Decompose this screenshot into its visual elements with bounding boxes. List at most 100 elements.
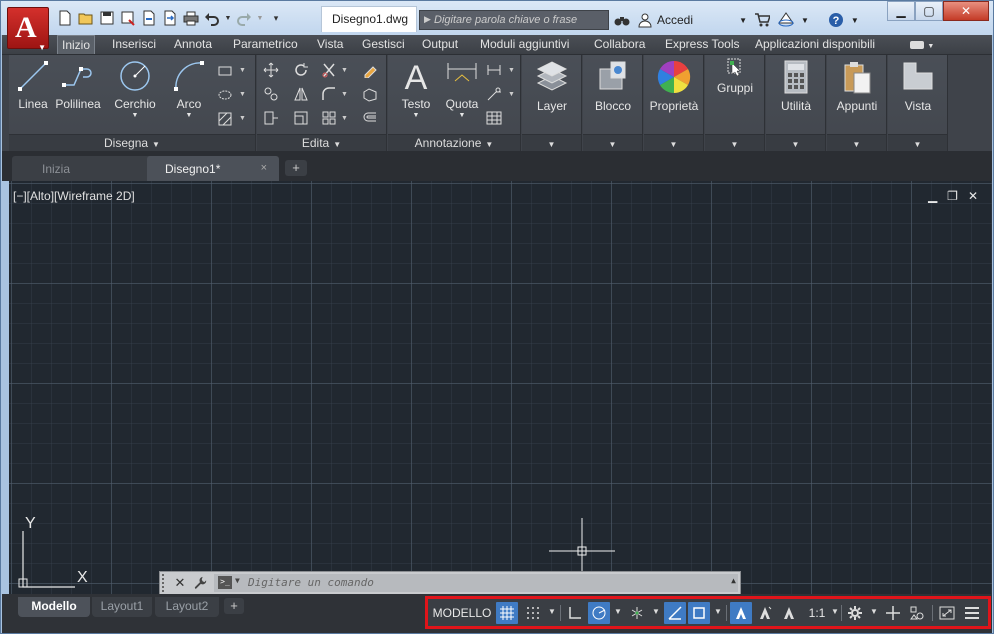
- tab-vista[interactable]: Vista: [313, 35, 347, 54]
- tab-parametrico[interactable]: Parametrico: [229, 35, 302, 54]
- tab-gestisci[interactable]: Gestisci: [358, 35, 409, 54]
- mirror-icon[interactable]: [291, 84, 311, 104]
- panel-edita-title[interactable]: Edita ▼: [257, 134, 386, 152]
- save-icon[interactable]: [98, 9, 116, 27]
- viewport-restore-icon[interactable]: ❐: [947, 189, 958, 203]
- object-snap-dropdown-icon[interactable]: ▼: [714, 607, 722, 616]
- command-line-customize-icon[interactable]: [190, 573, 210, 593]
- tab-express-tools[interactable]: Express Tools: [661, 35, 743, 54]
- stretch-icon[interactable]: [261, 108, 281, 128]
- close-button[interactable]: ✕: [943, 1, 989, 21]
- command-input[interactable]: >_ ▼ Digitare un comando ▲: [214, 574, 738, 592]
- polar-toggle[interactable]: [588, 602, 610, 624]
- layout-tab-modello[interactable]: Modello: [18, 597, 90, 617]
- application-menu-button[interactable]: A ▼: [7, 7, 49, 52]
- command-history-expand-icon[interactable]: ▲: [731, 576, 736, 585]
- tab-collabora[interactable]: Collabora: [590, 35, 649, 54]
- panel-proprieta-expand[interactable]: ▼: [644, 134, 703, 152]
- clean-screen-toggle[interactable]: [936, 602, 958, 624]
- units-toggle[interactable]: [906, 602, 928, 624]
- help-dropdown-icon[interactable]: ▼: [851, 16, 859, 25]
- signin-dropdown-icon[interactable]: ▼: [739, 16, 747, 25]
- add-layout-button[interactable]: +: [224, 598, 244, 614]
- array-dropdown-icon[interactable]: ▼: [341, 115, 348, 122]
- recent-commands-dropdown-icon[interactable]: ▼: [235, 576, 240, 585]
- drawing-canvas[interactable]: [−][Alto][Wireframe 2D] ▁ ❐ ✕ Y X: [9, 181, 992, 594]
- undo-icon[interactable]: [203, 9, 221, 27]
- table-icon[interactable]: [484, 108, 504, 128]
- search-expand-icon[interactable]: ▶: [424, 14, 431, 25]
- object-snap-tracking-toggle[interactable]: [664, 602, 686, 624]
- tool-proprieta[interactable]: Proprietà: [646, 59, 702, 113]
- viewport-close-icon[interactable]: ✕: [968, 189, 978, 203]
- annotation-monitor-toggle[interactable]: [882, 602, 904, 624]
- move-icon[interactable]: [261, 60, 281, 80]
- panel-gruppi-expand[interactable]: ▼: [705, 134, 764, 152]
- panel-appunti-expand[interactable]: ▼: [827, 134, 886, 152]
- exchange-dropdown-icon[interactable]: ▼: [801, 16, 809, 25]
- snap-toggle[interactable]: [522, 602, 544, 624]
- maximize-button[interactable]: ▢: [915, 1, 943, 21]
- customize-qat-icon[interactable]: ▾: [267, 9, 285, 27]
- panel-utilita-expand[interactable]: ▼: [766, 134, 825, 152]
- rectangle-dropdown-icon[interactable]: ▼: [239, 67, 246, 74]
- object-snap-toggle[interactable]: [688, 602, 710, 624]
- tool-blocco[interactable]: Blocco: [585, 59, 641, 113]
- autodesk-exchange-icon[interactable]: [777, 11, 795, 29]
- isodraft-dropdown-icon[interactable]: ▼: [652, 607, 660, 616]
- linear-dimension-dropdown-icon[interactable]: ▼: [508, 67, 515, 74]
- tool-cerchio[interactable]: Cerchio ▼: [109, 59, 161, 119]
- redo-icon[interactable]: [235, 9, 253, 27]
- workspace-toggle[interactable]: [844, 602, 866, 624]
- linear-dimension-icon[interactable]: [484, 60, 504, 80]
- arco-dropdown-icon[interactable]: ▼: [169, 112, 209, 119]
- search-input[interactable]: ▶ Digitare parola chiave o frase: [419, 10, 609, 30]
- command-line-grip[interactable]: [162, 574, 170, 592]
- rectangle-icon[interactable]: [215, 61, 235, 81]
- hatch-dropdown-icon[interactable]: ▼: [239, 115, 246, 122]
- quota-dropdown-icon[interactable]: ▼: [440, 112, 484, 119]
- tool-testo[interactable]: A Testo ▼: [392, 59, 440, 119]
- layout-tab-layout1[interactable]: Layout1: [92, 597, 152, 617]
- panel-blocco-expand[interactable]: ▼: [583, 134, 642, 152]
- grid-toggle[interactable]: [496, 602, 518, 624]
- polar-dropdown-icon[interactable]: ▼: [614, 607, 622, 616]
- redo-dropdown-icon[interactable]: ▼: [256, 9, 264, 27]
- offset-icon[interactable]: [360, 108, 380, 128]
- minimize-button[interactable]: ▁: [887, 1, 915, 21]
- command-line-close-icon[interactable]: ✕: [170, 573, 190, 593]
- customization-menu-button[interactable]: [960, 602, 984, 624]
- layout-tab-layout2[interactable]: Layout2: [155, 597, 219, 617]
- tab-inizio[interactable]: Inizio: [57, 35, 96, 54]
- open-folder-icon[interactable]: [77, 9, 95, 27]
- file-tab-disegno1[interactable]: Disegno1* ×: [147, 156, 279, 181]
- fillet-dropdown-icon[interactable]: ▼: [341, 91, 348, 98]
- annotation-visibility-toggle[interactable]: [730, 602, 752, 624]
- binoculars-icon[interactable]: [613, 11, 631, 29]
- panel-annotazione-title[interactable]: Annotazione ▼: [388, 134, 520, 152]
- close-file-tab-icon[interactable]: ×: [261, 162, 267, 174]
- trim-dropdown-icon[interactable]: ▼: [341, 67, 348, 74]
- save-as-icon[interactable]: [119, 9, 137, 27]
- export-icon[interactable]: [161, 9, 179, 27]
- panel-layer-expand[interactable]: ▼: [522, 134, 581, 152]
- explode-icon[interactable]: [360, 84, 380, 104]
- ellipse-icon[interactable]: [215, 85, 235, 105]
- tool-gruppi[interactable]: Gruppi: [707, 57, 763, 95]
- tool-appunti[interactable]: Appunti: [829, 59, 885, 113]
- tab-inserisci[interactable]: Inserisci: [108, 35, 160, 54]
- tool-linea[interactable]: Linea: [12, 59, 54, 111]
- tab-annota[interactable]: Annota: [170, 35, 216, 54]
- file-tab-inizia[interactable]: Inizia: [12, 156, 154, 181]
- viewport-minimize-icon[interactable]: ▁: [928, 189, 937, 203]
- copy-icon[interactable]: [261, 84, 281, 104]
- array-icon[interactable]: [319, 108, 339, 128]
- help-icon[interactable]: ?: [827, 11, 845, 29]
- ribbon-minimize-toggle[interactable]: ▼: [906, 35, 938, 54]
- panel-vista-expand[interactable]: ▼: [888, 134, 947, 152]
- annotation-scale-toggle[interactable]: [778, 602, 800, 624]
- tool-vista[interactable]: Vista: [890, 59, 946, 113]
- tool-utilita[interactable]: Utilità: [768, 59, 824, 113]
- panel-disegna-title[interactable]: Disegna ▼: [9, 134, 255, 152]
- testo-dropdown-icon[interactable]: ▼: [392, 112, 440, 119]
